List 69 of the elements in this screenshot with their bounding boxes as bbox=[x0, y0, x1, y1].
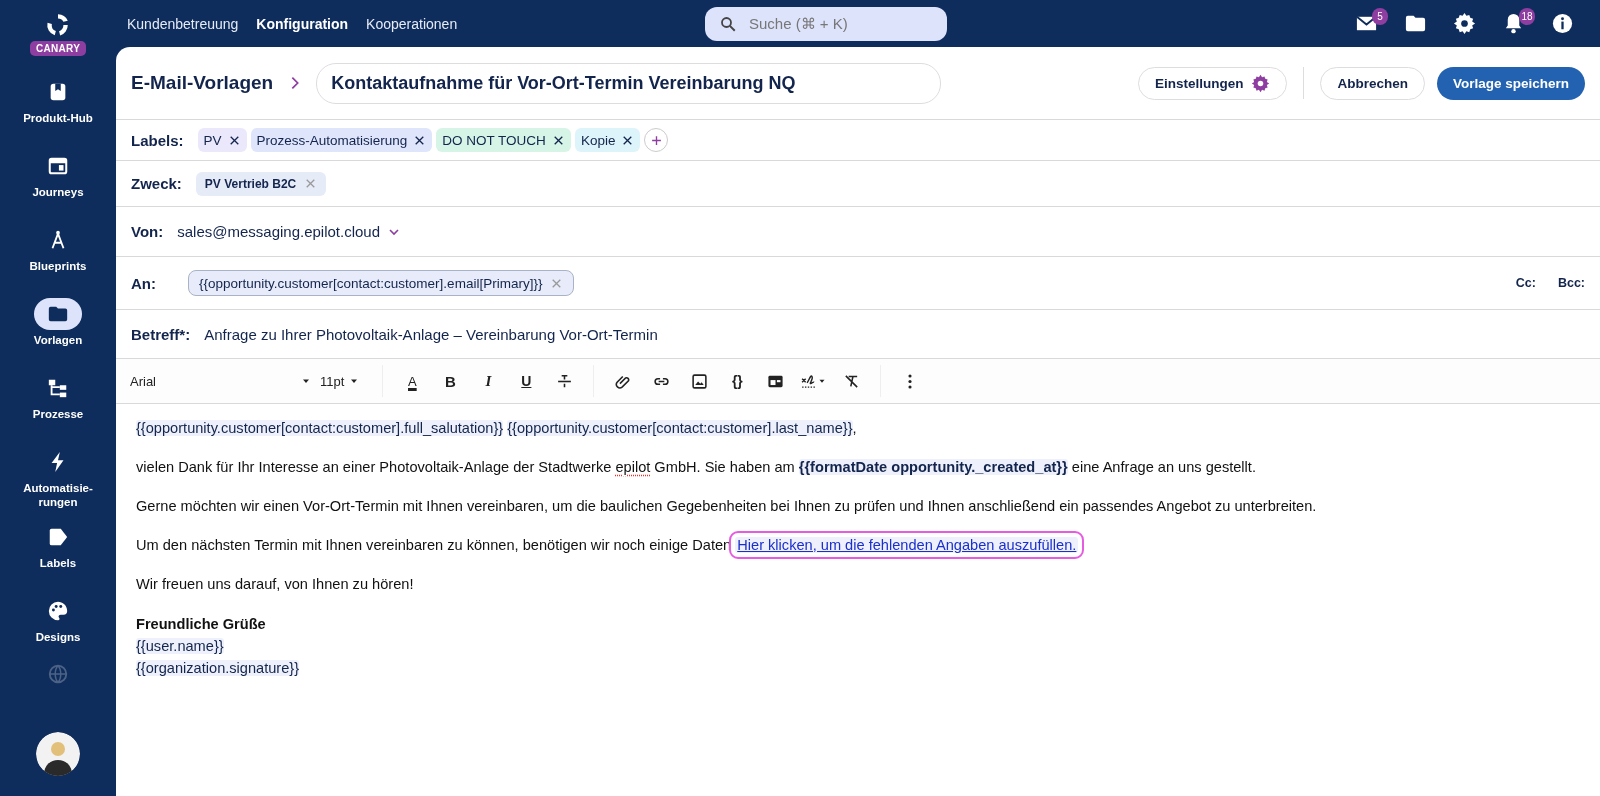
sidebar-item[interactable]: Automatisie- rungen bbox=[8, 446, 108, 509]
sidebar-item[interactable]: Journeys bbox=[8, 150, 108, 212]
nav-link[interactable]: Kooperationen bbox=[366, 15, 458, 32]
settings-icon bbox=[1453, 12, 1476, 35]
logo-icon bbox=[45, 12, 71, 38]
sidebar-item[interactable]: Designs bbox=[8, 595, 108, 657]
breadcrumb-link[interactable]: E-Mail-Vorlagen bbox=[131, 72, 274, 94]
text-color-button[interactable]: A bbox=[393, 366, 432, 396]
underline-button[interactable]: U bbox=[507, 366, 546, 396]
info-icon bbox=[1551, 12, 1574, 35]
signature-icon bbox=[799, 372, 817, 390]
count-badge: 5 bbox=[1372, 7, 1388, 25]
tag-icon bbox=[47, 526, 69, 548]
sidebar-item[interactable]: Prozesse bbox=[8, 372, 108, 434]
label-chip[interactable]: Kopie bbox=[574, 128, 641, 152]
search-input[interactable]: Suche (⌘ + K) bbox=[747, 14, 921, 33]
italic-button[interactable]: I bbox=[469, 366, 508, 396]
title-field[interactable]: Kontaktaufnahme für Vor-Ort-Termin Vereinbarung NQ bbox=[316, 62, 942, 104]
signature-variable: {{user.name}} bbox=[136, 638, 224, 654]
cancel-button[interactable]: Abbrechen bbox=[1320, 66, 1425, 100]
clear-format-icon bbox=[842, 372, 860, 390]
field-label: Betreff*: bbox=[131, 325, 191, 343]
strikethrough-icon bbox=[555, 372, 573, 390]
button-label: Einstellungen bbox=[1154, 75, 1244, 91]
search-icon bbox=[719, 14, 737, 33]
nav-link[interactable]: Konfiguration bbox=[256, 15, 349, 32]
globe-icon bbox=[47, 663, 69, 685]
avatar[interactable] bbox=[36, 732, 80, 776]
signature-variable: {{organization.signature}} bbox=[136, 660, 300, 676]
search-field[interactable]: Suche (⌘ + K) bbox=[705, 6, 947, 41]
settings-icon bbox=[1251, 73, 1271, 93]
sidebar-item[interactable]: Labels bbox=[8, 521, 108, 583]
email-paragraph: Wir freuen uns darauf, von Ihnen zu hören! bbox=[136, 575, 415, 594]
email-paragraph: vielen Dank für Ihr Interesse an einer Photovoltaik-Anlage der Stadtwerke epilot GmbH. Sie haben am {{formatDate opportunity._created_at}} eine Anfrage an uns gestellt. bbox=[136, 458, 1257, 477]
label-chip[interactable]: DO NOT TOUCH bbox=[436, 128, 571, 152]
sidebar-item[interactable]: Produkt-Hub bbox=[8, 76, 108, 138]
variable-button[interactable]: {} bbox=[718, 366, 757, 396]
label-chip[interactable]: Prozess-Automatisierung bbox=[250, 128, 433, 152]
count-badge: 18 bbox=[1519, 7, 1535, 25]
mail-button[interactable]: 5 bbox=[1347, 7, 1386, 40]
sidebar-item[interactable]: Blueprints bbox=[8, 224, 108, 286]
signature-closing: Freundliche Grüße bbox=[136, 615, 267, 634]
field-label: Zweck: bbox=[131, 175, 182, 192]
email-paragraph: {{opportunity.customer[contact:customer].full_salutation}} {{opportunity.customer[contact:customer].last_name}}, bbox=[136, 419, 858, 438]
environment-badge: CANARY bbox=[29, 41, 87, 56]
bold-button[interactable]: B bbox=[431, 366, 470, 396]
sidebar-item[interactable]: Vorlagen bbox=[8, 298, 108, 360]
purpose-chip[interactable]: PV Vertrieb B2C bbox=[195, 171, 327, 196]
settings-button[interactable]: Einstellungen bbox=[1137, 66, 1288, 100]
palette-icon bbox=[47, 600, 69, 622]
field-label: An: bbox=[131, 274, 156, 292]
font-dropdown[interactable]: 11pt bbox=[316, 365, 365, 397]
email-paragraph: Gerne möchten wir einen Vor-Ort-Termin mit Ihnen vereinbaren, um die baulichen Gegebenheiten bei Ihnen zu prüfen und Ihnen anschließend ein passendes Angebot zu unterbreiten. bbox=[136, 497, 1318, 516]
label-chip[interactable]: PV bbox=[197, 128, 247, 152]
bcc-link[interactable]: Bcc: bbox=[1557, 276, 1585, 290]
cc-link[interactable]: Cc: bbox=[1515, 276, 1536, 290]
field-label: Labels: bbox=[131, 131, 184, 149]
font-dropdown[interactable]: Arial bbox=[126, 365, 316, 397]
hierarchy-icon bbox=[47, 377, 69, 399]
nav-link[interactable]: Kundenbetreuung bbox=[127, 15, 239, 32]
image-icon bbox=[690, 372, 708, 390]
bell-button[interactable]: 18 bbox=[1494, 7, 1533, 40]
sender-dropdown[interactable]: sales@messaging.epilot.cloud bbox=[177, 223, 403, 240]
add-label-button[interactable] bbox=[644, 128, 669, 152]
recipient-chip[interactable]: {{opportunity.customer[contact:customer].email[Primary]}} bbox=[188, 270, 575, 296]
save-button[interactable]: Vorlage speichern bbox=[1436, 66, 1585, 100]
layout-icon bbox=[47, 155, 69, 177]
field-label: Von: bbox=[131, 223, 164, 240]
more-icon bbox=[908, 373, 913, 389]
